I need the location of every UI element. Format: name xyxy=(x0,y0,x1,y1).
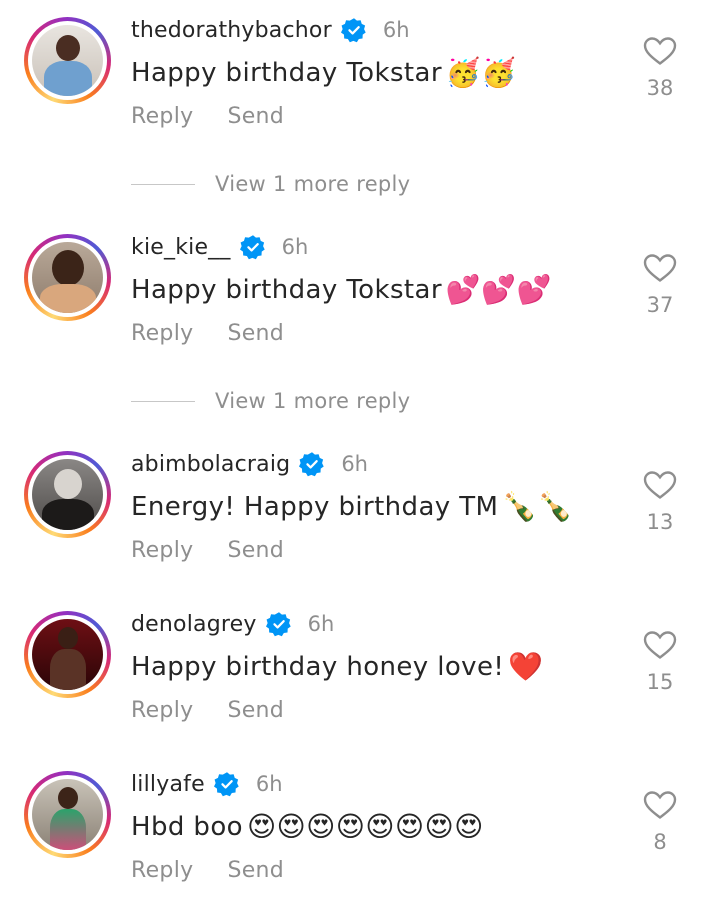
comment-actions: Reply Send xyxy=(131,104,284,129)
comment-actions: Reply Send xyxy=(131,698,284,723)
like-count: 15 xyxy=(646,670,674,694)
verified-badge-icon xyxy=(340,18,366,43)
reply-button[interactable]: Reply xyxy=(131,698,193,723)
comment-item: denolagrey 6h Happy birthday honey love!… xyxy=(0,594,720,744)
comment-header: denolagrey 6h xyxy=(131,609,334,639)
comment-time: 6h xyxy=(307,612,335,636)
comment-emoji: 💕💕💕 xyxy=(445,273,552,306)
comment-text: Happy birthday Tokstar 🥳🥳 xyxy=(131,56,516,89)
divider xyxy=(131,183,195,185)
comment-header: abimbolacraig 6h xyxy=(131,449,368,479)
like-control: 38 xyxy=(640,36,680,100)
heart-outline-icon[interactable] xyxy=(643,790,677,820)
comment-header: kie_kie__ 6h xyxy=(131,232,308,262)
like-count: 37 xyxy=(646,293,674,317)
avatar[interactable] xyxy=(24,17,111,104)
comment-text: Happy birthday Tokstar 💕💕💕 xyxy=(131,273,552,306)
verified-badge-icon xyxy=(239,235,265,260)
send-button[interactable]: Send xyxy=(227,104,284,129)
like-count: 13 xyxy=(646,510,674,534)
like-count: 38 xyxy=(646,76,674,100)
username[interactable]: lillyafe xyxy=(131,772,205,797)
username[interactable]: thedorathybachor xyxy=(131,18,332,43)
comment-item: abimbolacraig 6h Energy! Happy birthday … xyxy=(0,434,720,584)
like-control: 15 xyxy=(640,630,680,694)
view-more-replies-label[interactable]: View 1 more reply xyxy=(215,389,410,413)
username[interactable]: abimbolacraig xyxy=(131,452,290,477)
comment-body: Energy! Happy birthday TM xyxy=(131,491,499,522)
comment-body: Hbd boo xyxy=(131,811,243,842)
comment-text: Hbd boo 😍😍😍😍😍😍😍😍 xyxy=(131,810,484,843)
reply-button[interactable]: Reply xyxy=(131,321,193,346)
view-more-replies[interactable]: View 1 more reply xyxy=(131,389,410,413)
comment-actions: Reply Send xyxy=(131,858,284,883)
avatar[interactable] xyxy=(24,451,111,538)
verified-badge-icon xyxy=(213,772,239,797)
view-more-replies-label[interactable]: View 1 more reply xyxy=(215,172,410,196)
reply-button[interactable]: Reply xyxy=(131,104,193,129)
heart-outline-icon[interactable] xyxy=(643,36,677,66)
comment-time: 6h xyxy=(382,18,410,42)
send-button[interactable]: Send xyxy=(227,538,284,563)
comment-actions: Reply Send xyxy=(131,538,284,563)
like-control: 13 xyxy=(640,470,680,534)
comment-time: 6h xyxy=(281,235,309,259)
send-button[interactable]: Send xyxy=(227,321,284,346)
username[interactable]: kie_kie__ xyxy=(131,235,231,260)
like-control: 37 xyxy=(640,253,680,317)
comment-time: 6h xyxy=(255,772,283,796)
comment-item: kie_kie__ 6h Happy birthday Tokstar 💕💕💕 … xyxy=(0,217,720,367)
reply-button[interactable]: Reply xyxy=(131,858,193,883)
comment-emoji: 😍😍😍😍😍😍😍😍 xyxy=(246,810,484,843)
heart-outline-icon[interactable] xyxy=(643,630,677,660)
username[interactable]: denolagrey xyxy=(131,612,257,637)
comment-actions: Reply Send xyxy=(131,321,284,346)
comment-body: Happy birthday Tokstar xyxy=(131,274,442,305)
comment-text: Happy birthday honey love! ❤️ xyxy=(131,650,543,683)
send-button[interactable]: Send xyxy=(227,698,284,723)
view-more-replies[interactable]: View 1 more reply xyxy=(131,172,410,196)
comment-text: Energy! Happy birthday TM 🍾🍾 xyxy=(131,490,573,523)
divider xyxy=(131,400,195,402)
avatar[interactable] xyxy=(24,611,111,698)
comment-emoji: ❤️ xyxy=(508,650,544,683)
heart-outline-icon[interactable] xyxy=(643,470,677,500)
avatar[interactable] xyxy=(24,771,111,858)
verified-badge-icon xyxy=(265,612,291,637)
comment-emoji: 🍾🍾 xyxy=(502,490,573,523)
like-count: 8 xyxy=(653,830,667,854)
comment-body: Happy birthday honey love! xyxy=(131,651,505,682)
verified-badge-icon xyxy=(299,452,325,477)
send-button[interactable]: Send xyxy=(227,858,284,883)
comment-body: Happy birthday Tokstar xyxy=(131,57,442,88)
like-control: 8 xyxy=(640,790,680,854)
comment-emoji: 🥳🥳 xyxy=(445,56,517,89)
comment-item: lillyafe 6h Hbd boo 😍😍😍😍😍😍😍😍 Reply Send … xyxy=(0,754,720,904)
comment-item: thedorathybachor 6h Happy birthday Tokst… xyxy=(0,0,720,150)
heart-outline-icon[interactable] xyxy=(643,253,677,283)
comment-header: thedorathybachor 6h xyxy=(131,15,410,45)
comment-time: 6h xyxy=(341,452,368,476)
reply-button[interactable]: Reply xyxy=(131,538,193,563)
comment-header: lillyafe 6h xyxy=(131,769,283,799)
avatar[interactable] xyxy=(24,234,111,321)
